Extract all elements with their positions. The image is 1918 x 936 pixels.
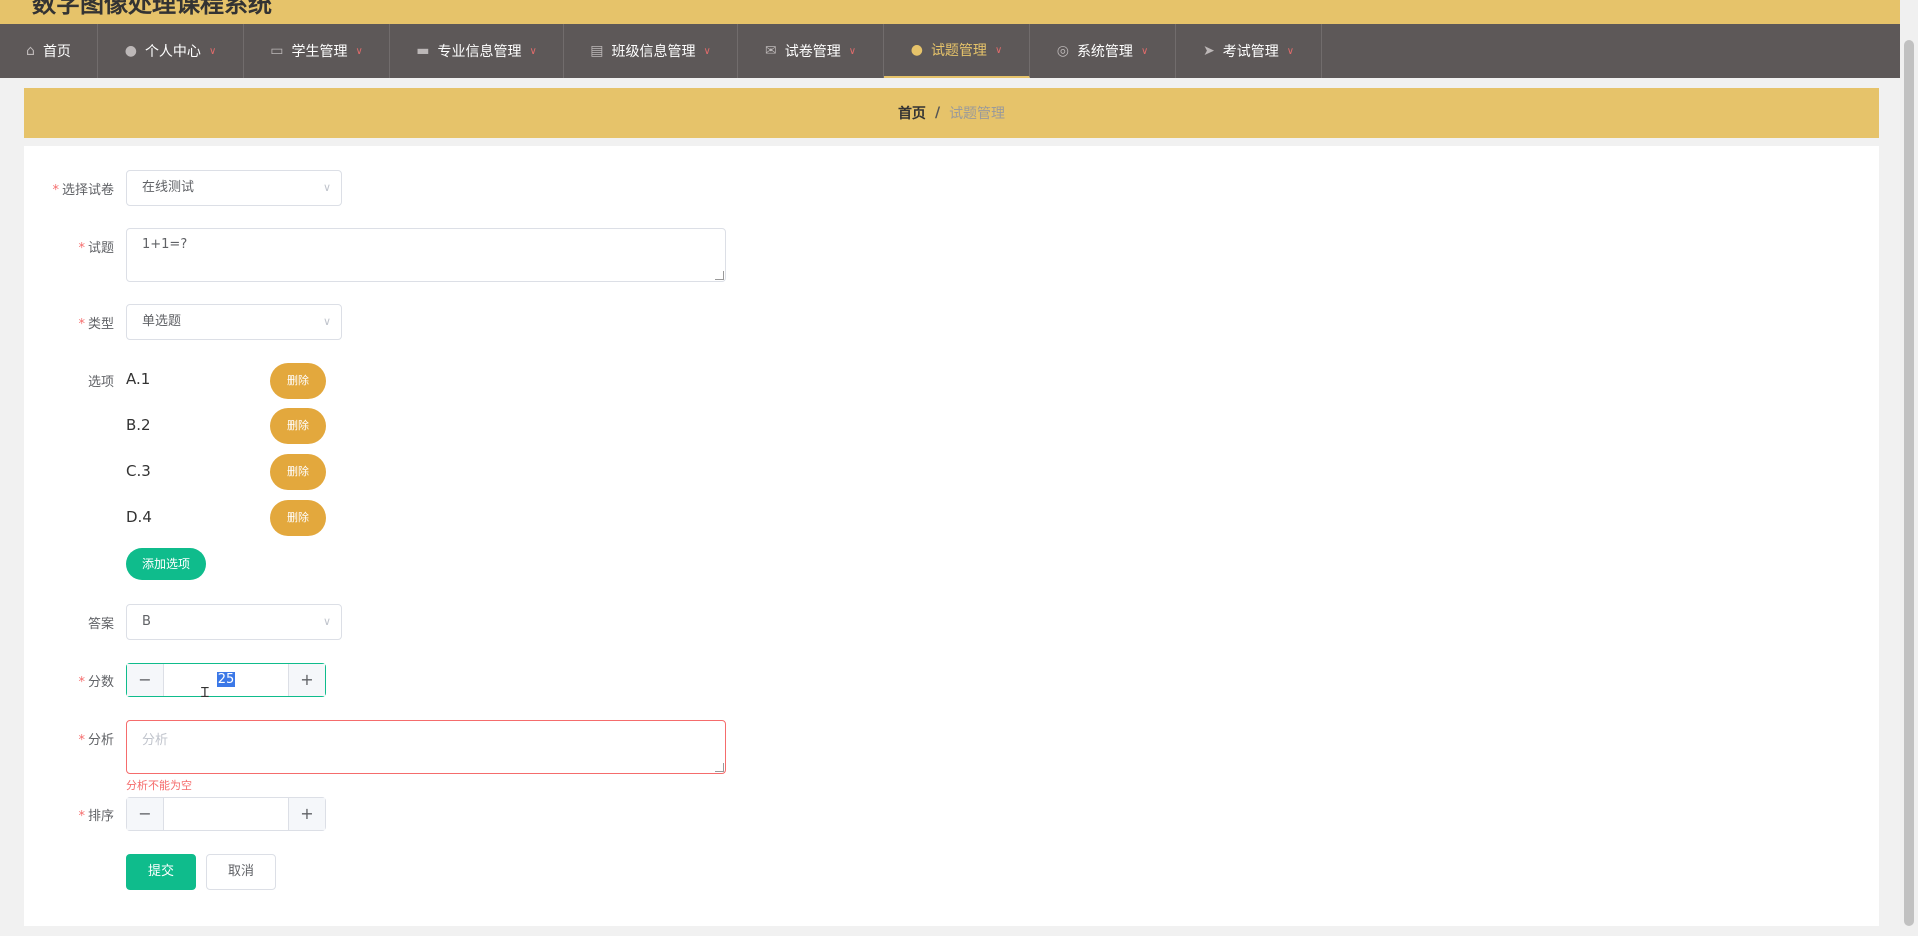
score-stepper[interactable]: − 25 + <box>126 663 326 697</box>
analysis-textarea[interactable]: 分析 <box>126 720 726 774</box>
chevron-down-icon: ∨ <box>703 45 711 57</box>
answer-label: 答案 <box>87 617 114 632</box>
clipboard-icon: ▤ <box>590 43 604 59</box>
resize-handle[interactable] <box>715 763 724 772</box>
chevron-down-icon: ∨ <box>1286 45 1295 57</box>
required-marker: * <box>52 183 59 198</box>
nav-item-label: 考试管理 <box>1222 44 1279 60</box>
nav-item-question-management[interactable]: ● 试题管理 ∨ <box>884 24 1030 78</box>
nav-item-label: 个人中心 <box>144 44 201 60</box>
breadcrumb: 首页 / 试题管理 <box>24 88 1879 138</box>
nav-item-home[interactable]: ⌂ 首页 <box>0 24 98 78</box>
cancel-button[interactable]: 取消 <box>206 854 276 890</box>
type-label: * 类型 <box>78 317 114 332</box>
chevron-down-icon: ∨ <box>208 45 217 57</box>
mail-icon: ✉ <box>764 43 777 59</box>
send-icon: ➤ <box>1202 43 1215 59</box>
breadcrumb-current: 试题管理 <box>949 106 1006 122</box>
option-item: D.4 <box>126 508 152 526</box>
nav-item-label: 试题管理 <box>930 43 987 59</box>
question-text: 1+1=? <box>142 237 188 252</box>
option-item: C.3 <box>126 462 151 480</box>
delete-option-button[interactable]: 删除 <box>270 408 326 444</box>
nav-item-personal-center[interactable]: ● 个人中心 ∨ <box>98 24 244 78</box>
paper-label: * 选择试卷 <box>52 183 114 198</box>
delete-option-button[interactable]: 删除 <box>270 500 326 536</box>
top-header: 数字图像处理课程系统 <box>0 0 1900 24</box>
answer-select[interactable]: B ∨ <box>126 604 342 640</box>
analysis-placeholder: 分析 <box>142 733 169 748</box>
nav-item-label: 学生管理 <box>291 44 348 60</box>
order-stepper[interactable]: − + <box>126 797 326 831</box>
chevron-down-icon: ∨ <box>322 315 331 328</box>
increment-button[interactable]: + <box>288 798 325 830</box>
required-marker: * <box>78 317 85 332</box>
add-option-button[interactable]: 添加选项 <box>126 548 206 580</box>
chevron-down-icon: ∨ <box>322 181 331 194</box>
order-input[interactable] <box>163 798 289 830</box>
option-item: A.1 <box>126 370 151 388</box>
submit-button[interactable]: 提交 <box>126 854 196 890</box>
required-marker: * <box>78 675 85 690</box>
delete-option-button[interactable]: 删除 <box>270 454 326 490</box>
analysis-error: 分析不能为空 <box>126 779 192 792</box>
paper-select[interactable]: 在线测试 ∨ <box>126 170 342 206</box>
nav-item-label: 系统管理 <box>1076 44 1133 60</box>
nav-item-system-management[interactable]: ◎ 系统管理 ∨ <box>1030 24 1176 78</box>
type-select-value: 单选题 <box>142 314 182 329</box>
required-marker: * <box>78 241 85 256</box>
decrement-button[interactable]: − <box>127 664 164 696</box>
monitor-icon: ▭ <box>270 43 284 59</box>
question-label: * 试题 <box>78 241 114 256</box>
nav-item-paper-management[interactable]: ✉ 试卷管理 ∨ <box>738 24 884 78</box>
scrollbar-thumb[interactable] <box>1904 40 1914 926</box>
compass-icon: ◎ <box>1056 43 1069 59</box>
nav-item-label: 班级信息管理 <box>611 44 696 60</box>
nav-item-major-management[interactable]: ▬ 专业信息管理 ∨ <box>390 24 564 78</box>
required-marker: * <box>78 809 85 824</box>
paper-select-value: 在线测试 <box>142 180 195 195</box>
option-item: B.2 <box>126 416 151 434</box>
home-icon: ⌂ <box>26 43 35 59</box>
question-textarea[interactable]: 1+1=? <box>126 228 726 282</box>
chevron-down-icon: ∨ <box>994 44 1003 56</box>
chevron-down-icon: ∨ <box>848 45 857 57</box>
increment-button[interactable]: + <box>288 664 325 696</box>
chevron-down-icon: ∨ <box>322 615 331 628</box>
app-title: 数字图像处理课程系统 <box>32 0 272 18</box>
breadcrumb-home[interactable]: 首页 <box>898 103 926 123</box>
type-select[interactable]: 单选题 ∨ <box>126 304 342 340</box>
chevron-down-icon: ∨ <box>1140 45 1149 57</box>
nav-item-exam-management[interactable]: ➤ 考试管理 ∨ <box>1176 24 1322 78</box>
decrement-button[interactable]: − <box>127 798 164 830</box>
answer-select-value: B <box>142 614 151 629</box>
user-icon: ● <box>910 42 923 58</box>
main-nav: ⌂ 首页 ● 个人中心 ∨ ▭ 学生管理 ∨ ▬ 专业信息管理 ∨ ▤ 班级信息… <box>0 24 1900 78</box>
options-label: 选项 <box>87 375 114 390</box>
analysis-label: * 分析 <box>78 733 114 748</box>
score-input[interactable]: 25 <box>163 664 289 696</box>
user-icon: ● <box>124 43 137 59</box>
score-label: * 分数 <box>78 675 114 690</box>
breadcrumb-separator: / <box>934 105 941 121</box>
text-cursor-icon: Ɪ <box>201 685 209 701</box>
nav-item-class-management[interactable]: ▤ 班级信息管理 ∨ <box>564 24 738 78</box>
page-scrollbar[interactable] <box>1900 0 1918 936</box>
required-marker: * <box>78 733 85 748</box>
nav-item-label: 首页 <box>42 44 71 60</box>
score-value: 25 <box>216 672 236 687</box>
chevron-down-icon: ∨ <box>529 45 537 57</box>
delete-option-button[interactable]: 删除 <box>270 363 326 399</box>
chevron-down-icon: ∨ <box>355 45 363 57</box>
nav-item-label: 专业信息管理 <box>437 44 522 60</box>
resize-handle[interactable] <box>715 271 724 280</box>
nav-item-label: 试卷管理 <box>784 44 841 60</box>
nav-item-student-management[interactable]: ▭ 学生管理 ∨ <box>244 24 390 78</box>
order-label: * 排序 <box>78 809 114 824</box>
chat-icon: ▬ <box>416 43 430 59</box>
